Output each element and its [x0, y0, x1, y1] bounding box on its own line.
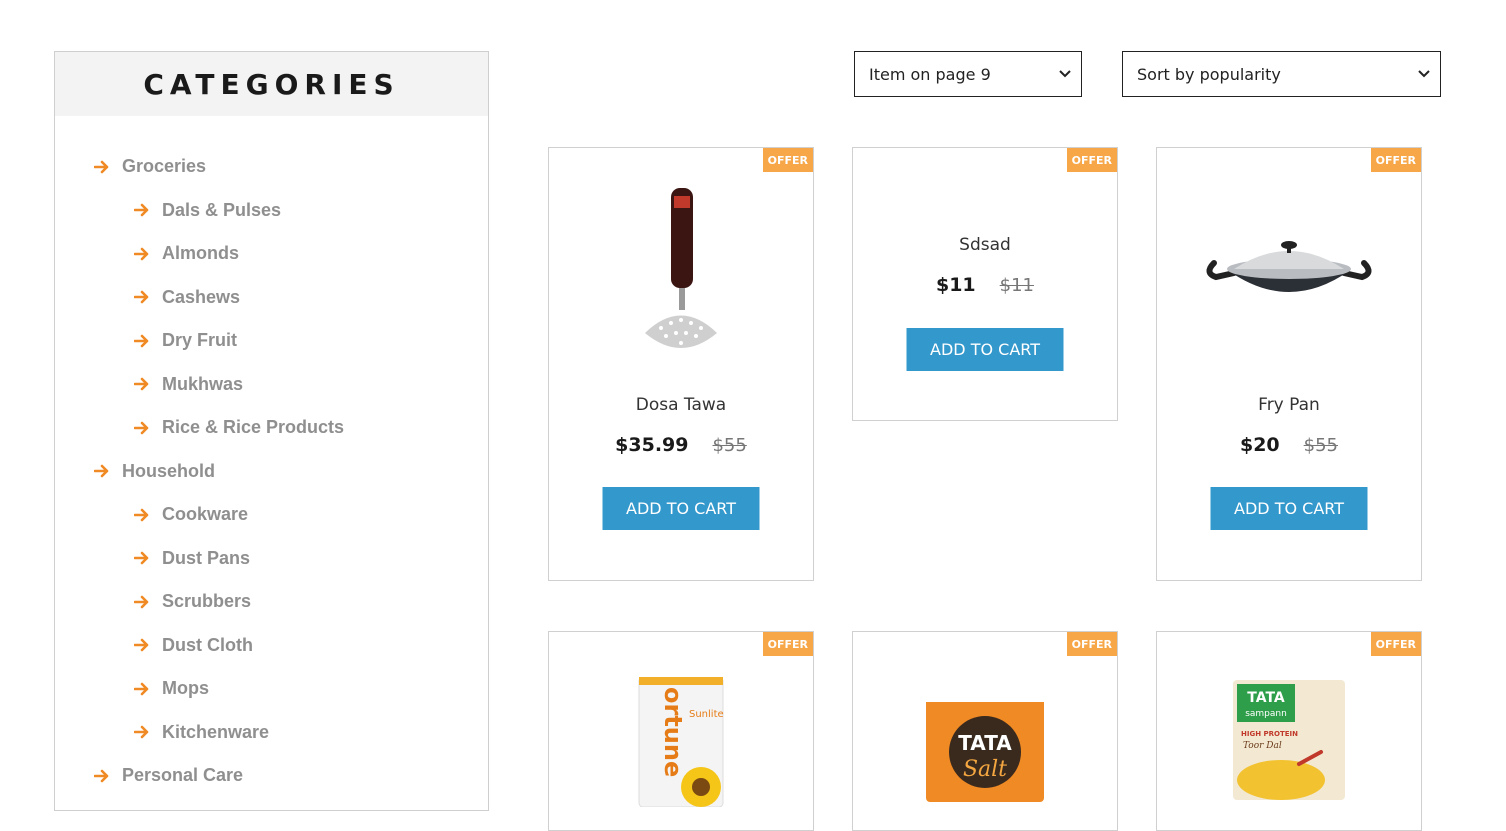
offer-badge: OFFER — [1370, 632, 1421, 656]
category-label: Almonds — [162, 243, 240, 263]
product-price: $35.99 $55 — [549, 434, 813, 456]
chevron-down-icon — [1059, 70, 1071, 78]
product-name[interactable]: Dosa Tawa — [549, 395, 813, 415]
offer-badge: OFFER — [762, 148, 813, 172]
product-name[interactable]: Fry Pan — [1157, 395, 1421, 415]
svg-text:TATA: TATA — [958, 731, 1012, 755]
product-price: $20 $55 — [1157, 434, 1421, 456]
svg-text:Sunlite: Sunlite — [689, 709, 724, 720]
arrow-right-icon — [134, 334, 149, 347]
product-card: OFFER Fry Pan $20 $55 ADD TO CART — [1156, 147, 1422, 581]
svg-text:Toor Dal: Toor Dal — [1243, 741, 1282, 751]
category-item[interactable]: Mukhwas — [134, 374, 243, 395]
product-image[interactable] — [549, 188, 813, 358]
categories-sidebar: CATEGORIES Groceries Dals & Pulses Almonds… — [54, 51, 489, 811]
category-label: Dust Pans — [162, 547, 251, 568]
svg-text:HIGH PROTEIN: HIGH PROTEIN — [1241, 730, 1298, 738]
arrow-right-icon — [94, 769, 109, 782]
kadai-image — [1206, 241, 1372, 292]
offer-badge: OFFER — [762, 632, 813, 656]
old-price: $11 — [999, 275, 1035, 296]
category-label: Mukhwas — [162, 373, 244, 394]
arrow-right-icon — [134, 725, 149, 739]
arrow-right-icon — [134, 290, 149, 304]
salt-pack-image: TATA Salt — [926, 682, 1044, 802]
product-card: OFFER ortune Sunlite — [548, 631, 814, 831]
chevron-down-icon — [1418, 70, 1430, 78]
arrow-right-icon — [134, 377, 149, 391]
category-label: Groceries — [122, 156, 207, 176]
sort-select[interactable]: Sort by popularity — [1122, 51, 1441, 97]
category-label: Mops — [162, 678, 209, 698]
category-item[interactable]: Personal Care — [94, 765, 243, 786]
product-card: OFFER Sdsad $11 $11 ADD TO CART — [852, 147, 1118, 421]
old-price: $55 — [1303, 435, 1339, 456]
category-label: Scrubbers — [162, 591, 252, 611]
arrow-right-icon — [134, 682, 149, 695]
arrow-right-icon — [134, 638, 149, 652]
product-card: OFFER TATA Salt — [852, 631, 1118, 831]
items-per-page-select[interactable]: Item on page 9 — [854, 51, 1082, 97]
arrow-right-icon — [94, 464, 109, 478]
arrow-right-icon — [134, 595, 149, 608]
category-item[interactable]: Dust Cloth — [134, 635, 253, 656]
current-price: $20 — [1239, 434, 1280, 456]
category-item[interactable]: Mops — [134, 678, 209, 699]
add-to-cart-button[interactable]: ADD TO CART — [602, 487, 760, 530]
arrow-right-icon — [134, 421, 149, 434]
svg-text:ortune: ortune — [659, 687, 687, 777]
product-image[interactable]: TATA sampann HIGH PROTEIN Toor Dal — [1157, 680, 1421, 800]
category-label: Kitchenware — [162, 721, 270, 742]
category-label: Household — [122, 460, 215, 481]
category-label: Cashews — [162, 286, 241, 307]
category-label: Personal Care — [122, 765, 244, 785]
category-label: Dals & Pulses — [162, 199, 282, 220]
old-price: $55 — [712, 435, 747, 456]
category-item[interactable]: Groceries — [94, 156, 206, 177]
offer-badge: OFFER — [1066, 632, 1117, 656]
current-price: $11 — [935, 274, 976, 296]
category-item[interactable]: Scrubbers — [134, 591, 251, 612]
dal-pack-image: TATA sampann HIGH PROTEIN Toor Dal — [1233, 680, 1345, 800]
svg-text:sampann: sampann — [1245, 709, 1287, 719]
sidebar-header: CATEGORIES — [55, 52, 488, 116]
category-label: Dry Fruit — [162, 330, 238, 350]
product-image[interactable] — [1157, 233, 1421, 313]
svg-text:Salt: Salt — [963, 757, 1007, 782]
arrow-right-icon — [134, 508, 149, 521]
category-item[interactable]: Household — [94, 461, 215, 482]
offer-badge: OFFER — [1370, 148, 1421, 172]
product-image[interactable]: ortune Sunlite — [549, 677, 813, 807]
oil-pack-image: ortune Sunlite — [638, 677, 724, 807]
items-per-page-value: Item on page 9 — [869, 64, 991, 84]
category-item[interactable]: Rice & Rice Products — [134, 417, 344, 438]
product-name[interactable]: Sdsad — [853, 235, 1117, 255]
category-label: Cookware — [162, 504, 249, 524]
category-label: Dust Cloth — [162, 634, 253, 655]
category-item[interactable]: Almonds — [134, 243, 239, 264]
sort-value: Sort by popularity — [1137, 64, 1281, 84]
product-price: $11 $11 — [853, 274, 1117, 296]
category-label: Rice & Rice Products — [162, 417, 345, 437]
category-item[interactable]: Dals & Pulses — [134, 200, 281, 221]
category-item[interactable]: Cashews — [134, 287, 240, 308]
masher-image — [645, 188, 717, 348]
current-price: $35.99 — [615, 434, 689, 456]
product-card: OFFER Dosa Tawa $35.99 $55 ADD TO CART — [548, 147, 814, 581]
product-card: OFFER TATA sampann HIGH PROTEIN Toor Dal — [1156, 631, 1422, 831]
product-image[interactable]: TATA Salt — [853, 682, 1117, 802]
category-item[interactable]: Kitchenware — [134, 722, 269, 743]
add-to-cart-button[interactable]: ADD TO CART — [906, 328, 1064, 371]
sidebar-title: CATEGORIES — [143, 67, 400, 101]
svg-text:TATA: TATA — [1247, 690, 1285, 706]
arrow-right-icon — [134, 247, 149, 260]
offer-badge: OFFER — [1066, 148, 1117, 172]
category-item[interactable]: Dust Pans — [134, 548, 250, 569]
arrow-right-icon — [134, 203, 149, 217]
arrow-right-icon — [94, 160, 109, 173]
arrow-right-icon — [134, 551, 149, 565]
category-item[interactable]: Dry Fruit — [134, 330, 237, 351]
category-item[interactable]: Cookware — [134, 504, 248, 525]
add-to-cart-button[interactable]: ADD TO CART — [1210, 487, 1368, 530]
